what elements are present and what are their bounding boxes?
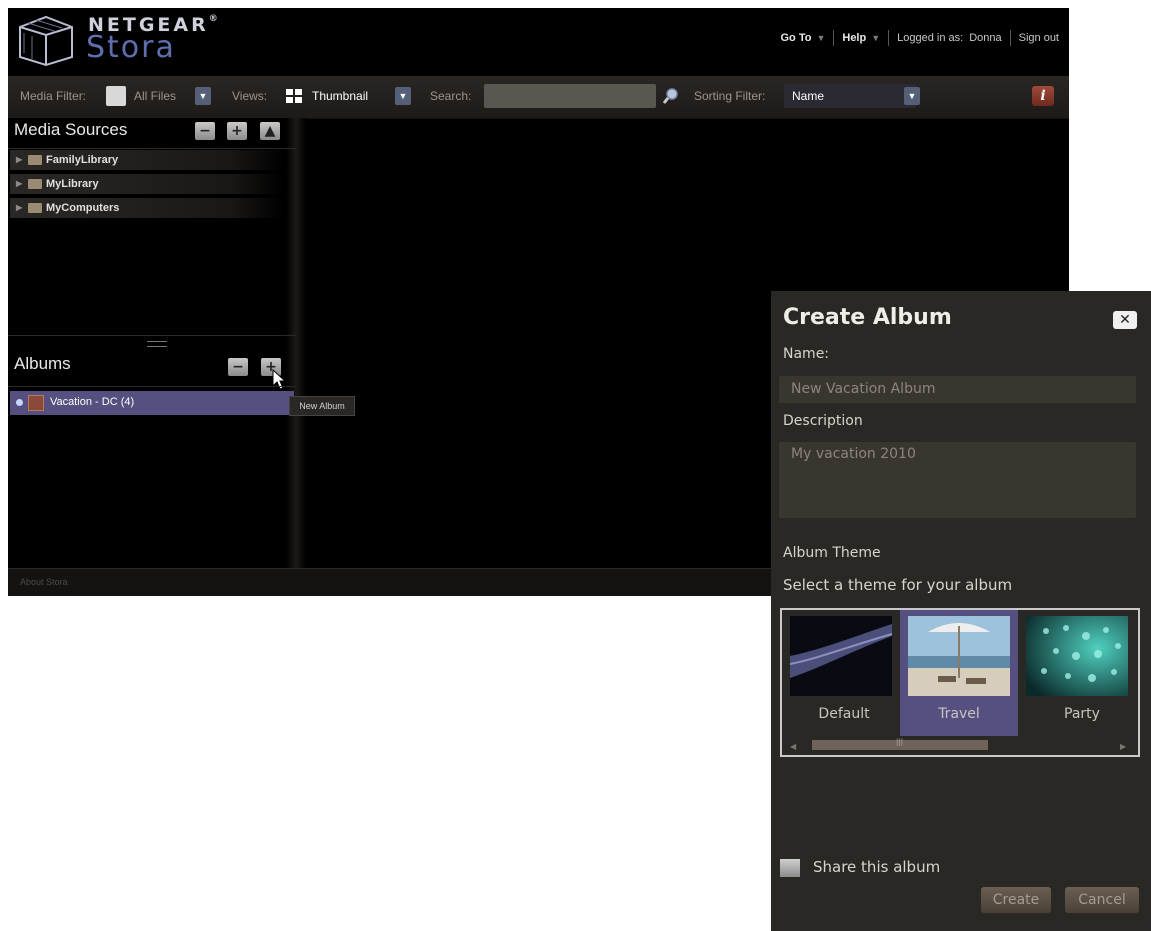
party-theme-thumbnail bbox=[1026, 616, 1128, 696]
tree-item-mylibrary[interactable]: ▶ MyLibrary bbox=[10, 174, 284, 194]
stora-cube-logo-icon bbox=[19, 15, 73, 67]
description-label: Description bbox=[783, 413, 863, 429]
media-filter-label: Media Filter: bbox=[20, 89, 87, 103]
media-sources-title: Media Sources bbox=[14, 120, 128, 139]
remove-album-button[interactable]: − bbox=[228, 358, 248, 376]
file-icon bbox=[106, 86, 126, 106]
expand-arrow-icon[interactable]: ▶ bbox=[16, 155, 22, 164]
scroll-left-arrow-icon[interactable]: ◀ bbox=[790, 742, 798, 751]
share-album-label: Share this album bbox=[813, 858, 941, 876]
tree-item-familylibrary[interactable]: ▶ FamilyLibrary bbox=[10, 150, 284, 170]
views-value: Thumbnail bbox=[312, 89, 369, 103]
folder-icon bbox=[28, 203, 42, 213]
search-label: Search: bbox=[430, 89, 472, 103]
folder-icon bbox=[28, 155, 42, 165]
albums-title: Albums bbox=[14, 354, 71, 373]
tree-item-label: FamilyLibrary bbox=[46, 154, 119, 166]
chevron-down-icon[interactable]: ▼ bbox=[395, 87, 411, 105]
travel-theme-thumbnail bbox=[908, 616, 1010, 696]
album-row-vacation-dc[interactable]: Vacation - DC (4) bbox=[10, 391, 294, 415]
media-filter-value: All Files bbox=[134, 89, 177, 103]
chevron-down-icon[interactable]: ▼ bbox=[904, 87, 920, 105]
views-label: Views: bbox=[232, 89, 268, 103]
help-menu[interactable]: Help bbox=[842, 32, 866, 44]
divider bbox=[1009, 30, 1011, 46]
create-button[interactable]: Create bbox=[981, 887, 1051, 913]
divider bbox=[8, 148, 296, 149]
chevron-down-icon[interactable]: ▼ bbox=[816, 33, 825, 43]
tree-item-label: MyComputers bbox=[46, 202, 120, 214]
about-stora-link[interactable]: About Stora bbox=[20, 577, 68, 587]
theme-carousel: Default Travel Party ◀ ||| ▶ bbox=[780, 608, 1140, 757]
mouse-cursor-icon bbox=[272, 369, 287, 390]
default-theme-thumbnail bbox=[790, 616, 892, 696]
username: Donna bbox=[969, 32, 1002, 44]
dialog-title: Create Album bbox=[783, 305, 952, 330]
divider bbox=[8, 386, 296, 387]
description-textarea[interactable]: My vacation 2010 bbox=[779, 442, 1136, 518]
filter-toolbar: Media Filter: All Files ▼ Views: Thumbna… bbox=[8, 76, 1069, 119]
album-name-input[interactable]: New Vacation Album bbox=[779, 376, 1136, 403]
divider bbox=[833, 30, 835, 46]
stora-wordmark: Stora bbox=[86, 30, 176, 65]
cancel-button[interactable]: Cancel bbox=[1065, 887, 1139, 913]
theme-option-party[interactable]: Party bbox=[1018, 610, 1136, 736]
create-album-dialog: Create Album ✕ Name: New Vacation Album … bbox=[771, 291, 1151, 931]
chevron-down-icon[interactable]: ▼ bbox=[195, 87, 211, 105]
theme-label: Travel bbox=[938, 706, 980, 722]
sorting-filter-value: Name bbox=[792, 89, 825, 103]
expand-arrow-icon[interactable]: ▶ bbox=[16, 203, 22, 212]
name-label: Name: bbox=[783, 346, 830, 362]
album-theme-label: Album Theme bbox=[783, 545, 881, 561]
top-navigation: Go To ▼ Help ▼ Logged in as: Donna Sign ou… bbox=[780, 30, 1059, 46]
divider bbox=[8, 335, 296, 336]
theme-option-default[interactable]: Default bbox=[788, 610, 900, 736]
sorting-filter-dropdown[interactable]: Name ▼ bbox=[784, 84, 920, 108]
theme-label: Party bbox=[1064, 706, 1100, 722]
views-dropdown[interactable]: Thumbnail ▼ bbox=[282, 84, 414, 108]
chevron-down-icon[interactable]: ▼ bbox=[871, 33, 880, 43]
theme-hint: Select a theme for your album bbox=[783, 576, 1013, 594]
search-icon[interactable] bbox=[662, 87, 680, 105]
divider bbox=[888, 30, 890, 46]
search-input[interactable] bbox=[484, 84, 656, 108]
tree-item-mycomputers[interactable]: ▶ MyComputers bbox=[10, 198, 284, 218]
scrollbar-thumb[interactable]: ||| bbox=[812, 738, 988, 750]
radio-dot-icon bbox=[16, 399, 23, 406]
sorting-filter-label: Sorting Filter: bbox=[694, 89, 766, 103]
album-label: Vacation - DC (4) bbox=[50, 396, 135, 408]
scroll-right-arrow-icon[interactable]: ▶ bbox=[1120, 742, 1128, 751]
new-album-tooltip: New Album bbox=[289, 396, 355, 416]
album-thumbnail-icon bbox=[28, 395, 44, 411]
sign-out-link[interactable]: Sign out bbox=[1019, 32, 1059, 44]
close-icon[interactable]: ✕ bbox=[1113, 311, 1137, 329]
logged-in-label: Logged in as: bbox=[897, 32, 964, 44]
goto-menu[interactable]: Go To bbox=[780, 32, 811, 44]
upload-arrow-button[interactable]: ▲ bbox=[260, 122, 280, 140]
add-source-button[interactable]: + bbox=[227, 122, 247, 140]
sidebar-divider-shadow bbox=[286, 118, 306, 568]
media-filter-dropdown[interactable]: All Files ▼ bbox=[104, 84, 214, 108]
resize-handle[interactable] bbox=[147, 341, 167, 347]
tree-item-label: MyLibrary bbox=[46, 178, 99, 190]
folder-icon bbox=[28, 179, 42, 189]
theme-option-travel[interactable]: Travel bbox=[900, 610, 1018, 736]
info-button[interactable]: i bbox=[1032, 86, 1054, 106]
scroll-grip-icon: ||| bbox=[896, 738, 904, 746]
header: NETGEAR® Stora Go To ▼ Help ▼ Logged in as… bbox=[8, 8, 1069, 76]
expand-arrow-icon[interactable]: ▶ bbox=[16, 179, 22, 188]
remove-source-button[interactable]: − bbox=[195, 122, 215, 140]
share-album-checkbox[interactable] bbox=[780, 859, 800, 877]
grid-icon bbox=[286, 89, 302, 103]
theme-label: Default bbox=[818, 706, 870, 722]
